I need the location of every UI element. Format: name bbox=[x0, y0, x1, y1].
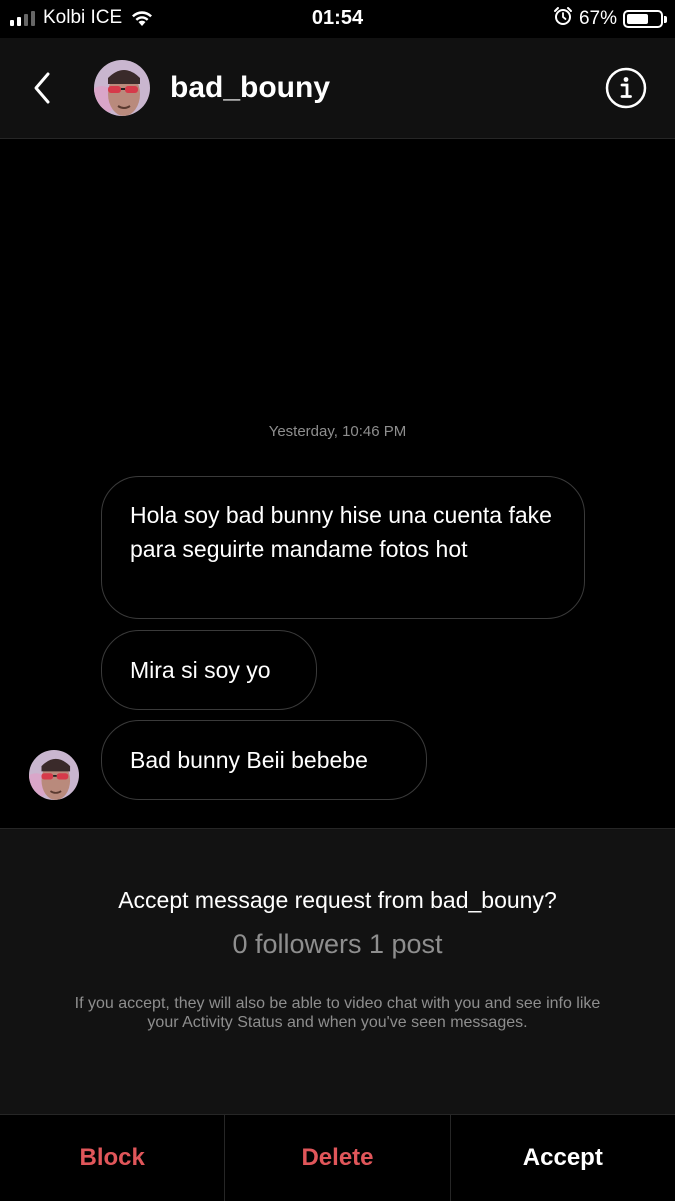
alarm-icon bbox=[553, 6, 573, 32]
thread-username[interactable]: bad_bouny bbox=[170, 71, 330, 105]
battery-icon bbox=[623, 10, 667, 28]
request-title: Accept message request from bad_bouny? bbox=[118, 887, 557, 913]
battery-fill bbox=[627, 14, 649, 24]
status-bar: Kolbi ICE 01:54 67% bbox=[0, 0, 675, 38]
message-timestamp: Yesterday, 10:46 PM bbox=[268, 423, 407, 440]
message-bubble[interactable]: Hola soy bad bunny hise una cuenta fake … bbox=[101, 476, 585, 619]
block-button[interactable]: Block bbox=[0, 1115, 224, 1201]
avatar[interactable] bbox=[94, 60, 150, 116]
sender-avatar[interactable] bbox=[29, 750, 79, 800]
thread-header: bad_bouny bbox=[0, 38, 675, 139]
message-bubble[interactable]: Mira si soy yo bbox=[101, 630, 317, 710]
request-stats: 0 followers 1 post bbox=[232, 929, 443, 959]
request-note: If you accept, they will also be able to… bbox=[74, 995, 601, 1031]
message-bubble[interactable]: Bad bunny Beii bebebe bbox=[101, 720, 427, 800]
battery-percent: 67% bbox=[578, 8, 617, 29]
status-right: 67% bbox=[553, 6, 667, 32]
message-request-panel: Accept message request from bad_bouny? 0… bbox=[0, 828, 675, 1115]
back-chevron-icon[interactable] bbox=[28, 68, 58, 108]
delete-button[interactable]: Delete bbox=[224, 1115, 449, 1201]
request-actions: Block Delete Accept bbox=[0, 1114, 675, 1201]
accept-button[interactable]: Accept bbox=[449, 1115, 675, 1201]
info-icon[interactable] bbox=[605, 67, 647, 109]
